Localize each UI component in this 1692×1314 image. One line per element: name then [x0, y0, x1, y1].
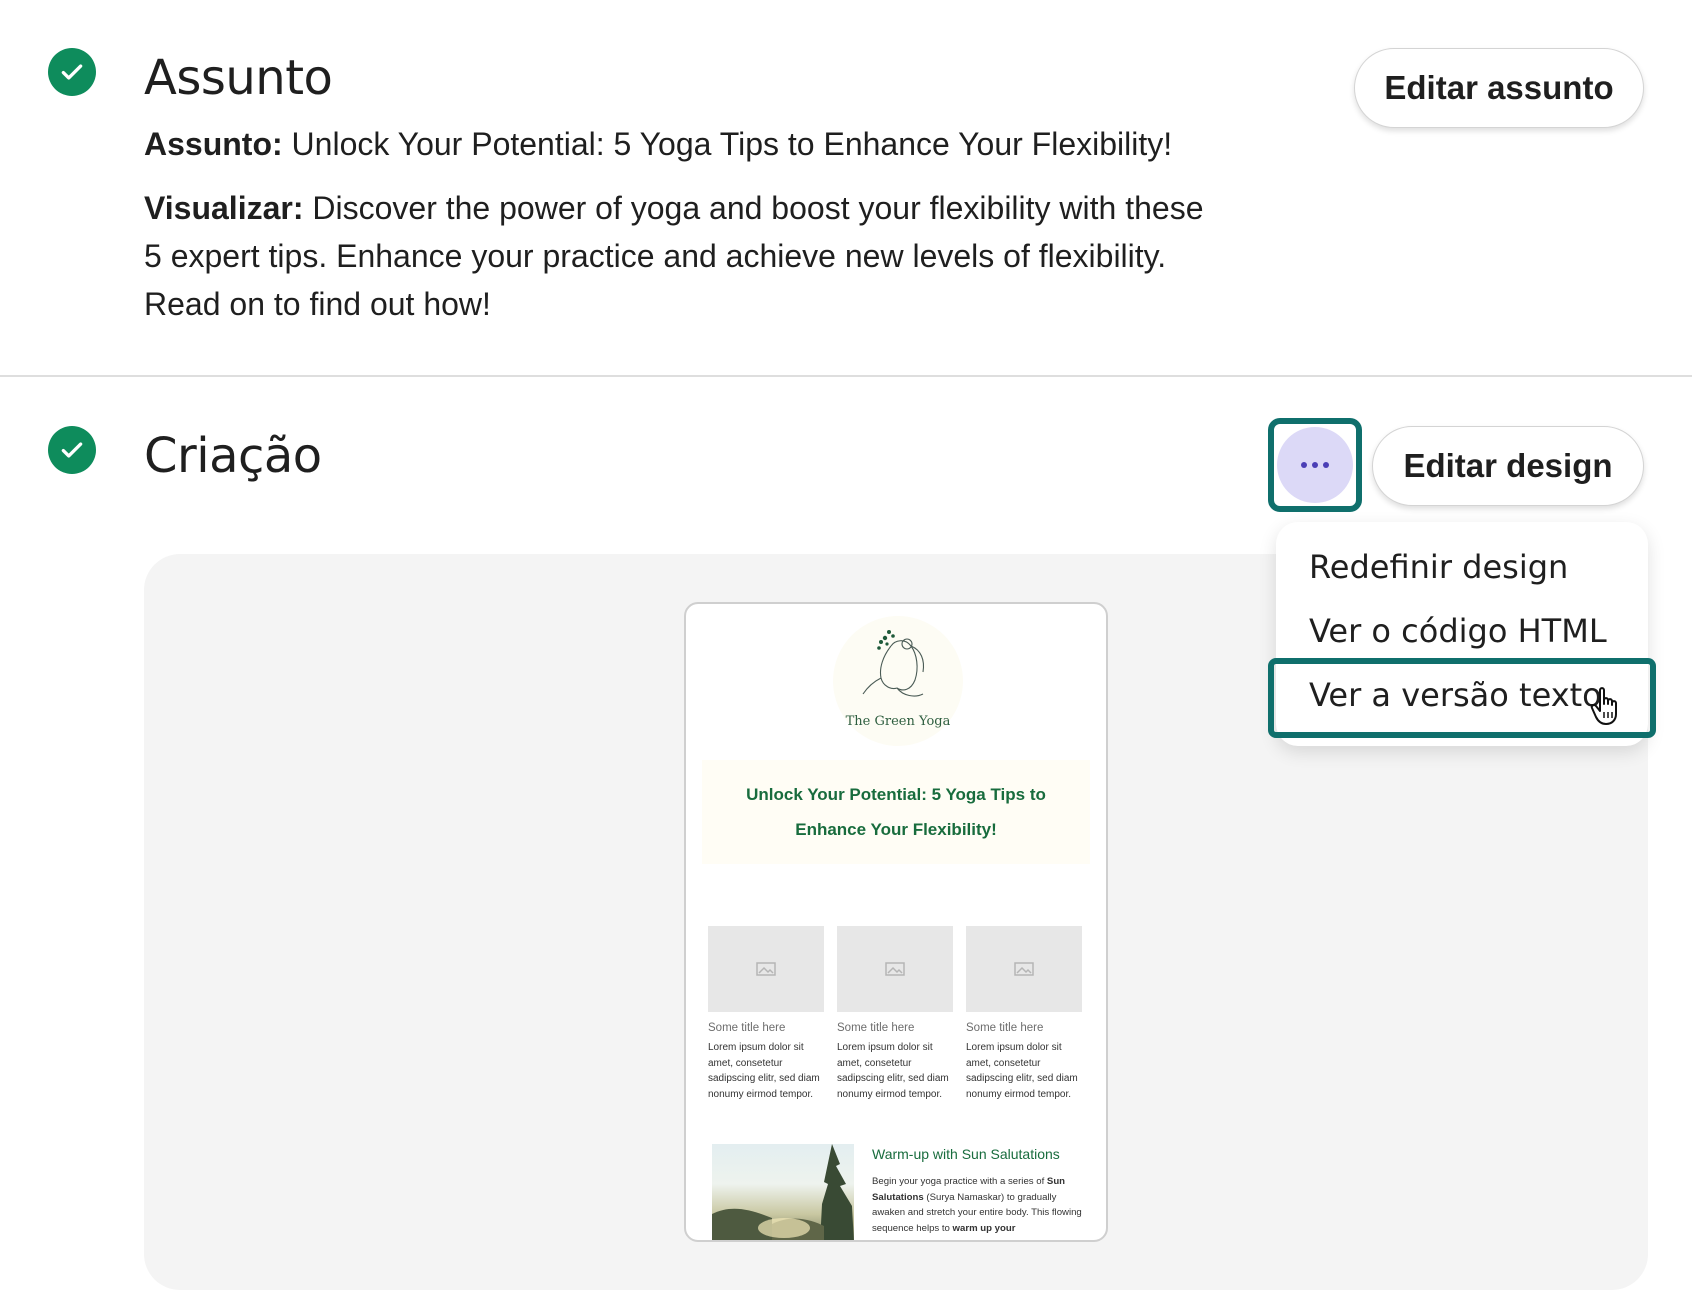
edit-design-button[interactable]: Editar design — [1372, 426, 1644, 506]
feature-image — [712, 1144, 854, 1240]
feature-title: Warm-up with Sun Salutations — [872, 1146, 1060, 1162]
column-body: Lorem ipsum dolor sit amet, consetetur s… — [966, 1042, 1078, 1100]
email-hero-block: Unlock Your Potential: 5 Yoga Tips to En… — [702, 760, 1090, 864]
subject-value: Unlock Your Potential: 5 Yoga Tips to En… — [291, 126, 1173, 162]
menu-item-reset-design[interactable]: Redefinir design — [1309, 548, 1568, 586]
menu-item-view-html[interactable]: Ver o código HTML — [1309, 612, 1607, 650]
design-complete-check-icon — [48, 426, 96, 474]
email-preview-card[interactable]: The Green Yoga Unlock Your Potential: 5 … — [684, 602, 1108, 1242]
more-dot — [1312, 462, 1318, 468]
feature-body-bold-2: warm up your — [952, 1222, 1016, 1234]
more-options-button[interactable] — [1277, 427, 1353, 503]
hand-pointer-cursor-icon — [1590, 686, 1626, 731]
column-body: Lorem ipsum dolor sit amet, consetetur s… — [837, 1042, 949, 1100]
forest-photo — [712, 1144, 854, 1240]
more-options-focus-ring — [1268, 418, 1362, 512]
preview-line-1: Discover the power of yoga and boost you… — [312, 190, 1204, 226]
preview-line-2: 5 expert tips. Enhance your practice and… — [144, 238, 1167, 274]
more-horizontal-icon — [1301, 462, 1307, 468]
column-body: Lorem ipsum dolor sit amet, consetetur s… — [708, 1042, 820, 1100]
preview-text: Visualizar: Discover the power of yoga a… — [144, 184, 1304, 328]
subject-label: Assunto: — [144, 126, 283, 162]
image-placeholder-icon — [708, 926, 824, 1012]
subject-complete-check-icon — [48, 48, 96, 96]
email-column-3: Some title here Lorem ipsum dolor sit am… — [966, 926, 1082, 1102]
email-column-2: Some title here Lorem ipsum dolor sit am… — [837, 926, 953, 1102]
yoga-figure-icon — [862, 630, 925, 697]
image-placeholder-icon — [966, 926, 1082, 1012]
more-dot — [1323, 462, 1329, 468]
preview-line-3: Read on to find out how! — [144, 286, 491, 322]
feature-body-text-1: Begin your yoga practice with a series o… — [872, 1176, 1047, 1187]
image-placeholder-icon — [837, 926, 953, 1012]
subject-line: Assunto: Unlock Your Potential: 5 Yoga T… — [144, 120, 1172, 168]
brand-logo: The Green Yoga — [833, 616, 963, 746]
column-title: Some title here — [966, 1022, 1044, 1034]
brand-logo-text: The Green Yoga — [845, 714, 951, 729]
section-divider — [0, 375, 1692, 377]
email-hero-title: Unlock Your Potential: 5 Yoga Tips to En… — [746, 785, 1046, 839]
subject-section-title: Assunto — [144, 50, 333, 106]
email-column-1: Some title here Lorem ipsum dolor sit am… — [708, 926, 824, 1102]
edit-subject-button[interactable]: Editar assunto — [1354, 48, 1644, 128]
preview-label: Visualizar: — [144, 190, 304, 226]
column-title: Some title here — [837, 1022, 915, 1034]
design-section-title: Criação — [144, 428, 322, 484]
column-title: Some title here — [708, 1022, 786, 1034]
feature-body: Begin your yoga practice with a series o… — [872, 1174, 1084, 1236]
